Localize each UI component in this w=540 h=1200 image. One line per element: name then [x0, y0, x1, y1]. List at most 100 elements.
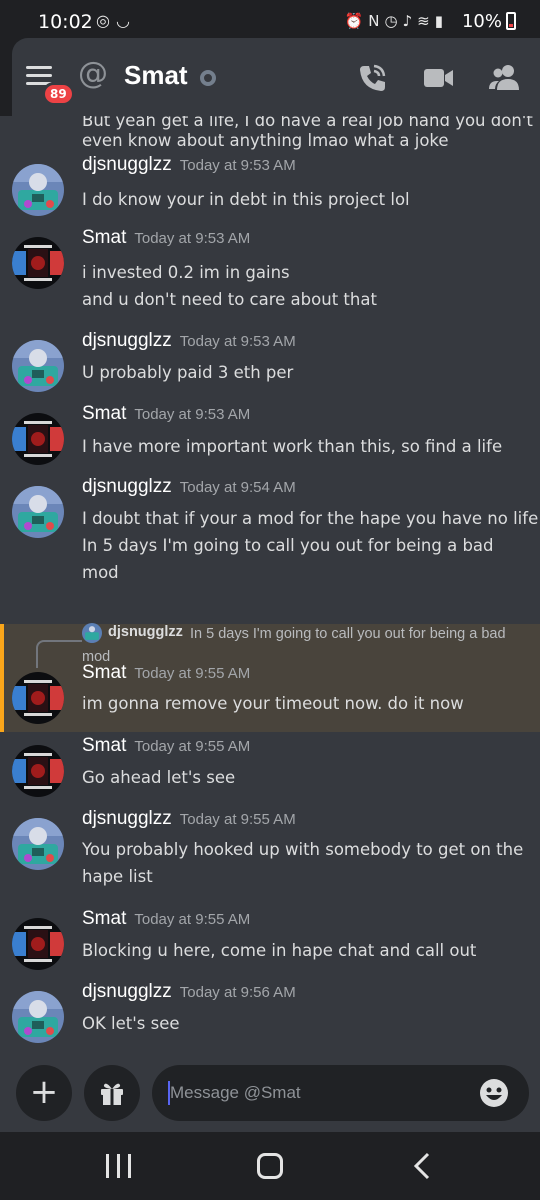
- message-content: OK let's see: [82, 1010, 532, 1037]
- instagram-icon: ◎: [96, 11, 116, 30]
- message-line: mod: [82, 563, 119, 582]
- call-icon[interactable]: [352, 58, 392, 98]
- add-attachment-button[interactable]: +: [16, 1065, 72, 1121]
- plus-icon: +: [29, 1072, 59, 1112]
- recents-button[interactable]: [106, 1154, 132, 1178]
- offline-status-icon: [200, 70, 216, 86]
- back-icon: [413, 1152, 430, 1180]
- gift-icon: [101, 1083, 123, 1105]
- battery-percent: 10%: [461, 11, 502, 32]
- message-timestamp: Today at 9:53 AM: [134, 406, 251, 423]
- message-content: Blocking u here, come in hape chat and c…: [82, 937, 532, 964]
- message-line: You probably hooked up with somebody to …: [82, 840, 524, 859]
- user-avatar[interactable]: [12, 672, 64, 724]
- user-avatar[interactable]: [12, 918, 64, 970]
- home-button[interactable]: [257, 1153, 283, 1179]
- message-content: U probably paid 3 eth per: [82, 359, 532, 386]
- message-author[interactable]: djsnugglzz: [82, 476, 172, 497]
- message-timestamp: Today at 9:53 AM: [134, 230, 251, 247]
- message-author[interactable]: Smat: [82, 735, 126, 756]
- message-author[interactable]: djsnugglzz: [82, 808, 172, 829]
- message-content: You probably hooked up with somebody to …: [82, 836, 532, 890]
- message-timestamp: Today at 9:53 AM: [179, 157, 296, 174]
- message-author[interactable]: djsnugglzz: [82, 981, 172, 1002]
- message-header: Smat Today at 9:55 AM: [82, 735, 250, 757]
- user-avatar[interactable]: [12, 486, 64, 538]
- mute-icon: ♪: [402, 12, 418, 30]
- message-content: I doubt that if your a mod for the hape …: [82, 505, 539, 586]
- battery-icon: [506, 12, 516, 30]
- alarm-icon: ⏰: [344, 12, 369, 30]
- system-nav-bar: [0, 1132, 540, 1200]
- message-timestamp: Today at 9:55 AM: [134, 738, 251, 755]
- message-author[interactable]: Smat: [82, 908, 126, 929]
- message-line: hape list: [82, 867, 153, 886]
- message-line: Go ahead let's see: [82, 768, 236, 787]
- message-line: OK let's see: [82, 1014, 180, 1033]
- message-timestamp: Today at 9:55 AM: [134, 665, 251, 682]
- user-avatar[interactable]: [12, 745, 64, 797]
- message-content: I do know your in debt in this project l…: [82, 186, 532, 213]
- message-timestamp: Today at 9:55 AM: [134, 911, 251, 928]
- user-avatar[interactable]: [12, 991, 64, 1043]
- message-header: djsnugglzz Today at 9:55 AM: [82, 808, 296, 830]
- clock-icon: ◷: [384, 12, 403, 30]
- message-header: djsnugglzz Today at 9:54 AM: [82, 476, 296, 498]
- user-avatar[interactable]: [12, 340, 64, 392]
- message-header: Smat Today at 9:55 AM: [82, 908, 250, 930]
- emoji-icon[interactable]: [478, 1077, 510, 1109]
- message-line: Blocking u here, come in hape chat and c…: [82, 941, 477, 960]
- message-author[interactable]: djsnugglzz: [82, 154, 172, 175]
- message-header: Smat Today at 9:53 AM: [82, 403, 250, 425]
- message-line: I doubt that if your a mod for the hape …: [82, 509, 539, 528]
- message-line: I do know your in debt in this project l…: [82, 190, 410, 209]
- video-icon[interactable]: [418, 58, 458, 98]
- user-avatar[interactable]: [12, 413, 64, 465]
- nfc-icon: N: [368, 12, 385, 30]
- message-line: and u don't need to care about that: [82, 290, 377, 309]
- message-author[interactable]: Smat: [82, 403, 126, 424]
- message-header: Smat Today at 9:53 AM: [82, 227, 250, 249]
- cut-off-line: But yeah get a life, I do have a real jo…: [82, 116, 533, 130]
- reply-author[interactable]: djsnugglzz: [108, 624, 183, 640]
- message-content: i invested 0.2 im in gains and u don't ne…: [82, 259, 532, 313]
- message-author[interactable]: Smat: [82, 662, 126, 683]
- wifi-icon: ≋: [417, 12, 435, 30]
- back-button[interactable]: [410, 1151, 434, 1185]
- user-avatar[interactable]: [12, 164, 64, 216]
- message-content: Go ahead let's see: [82, 764, 532, 791]
- message-fragment: But yeah get a life, I do have a real jo…: [82, 116, 533, 155]
- message-author[interactable]: Smat: [82, 227, 126, 248]
- message-line: In 5 days I'm going to call you out for …: [82, 536, 494, 555]
- unread-badge: 89: [42, 82, 75, 106]
- at-icon: @: [78, 56, 108, 91]
- message-timestamp: Today at 9:54 AM: [179, 479, 296, 496]
- message-list[interactable]: But yeah get a life, I do have a real jo…: [0, 116, 540, 1062]
- user-avatar[interactable]: [12, 237, 64, 289]
- reply-connector: [36, 640, 82, 668]
- status-left-icons: ◎◡: [96, 11, 136, 30]
- message-timestamp: Today at 9:53 AM: [179, 333, 296, 350]
- message-line: U probably paid 3 eth per: [82, 363, 294, 382]
- members-icon[interactable]: [484, 58, 524, 98]
- message-content: I have more important work than this, so…: [82, 433, 532, 460]
- message-input[interactable]: [152, 1065, 529, 1121]
- message-line: i invested 0.2 im in gains: [82, 263, 290, 282]
- channel-header: 89 @ Smat: [12, 38, 540, 116]
- message-timestamp: Today at 9:56 AM: [179, 984, 296, 1001]
- message-author[interactable]: djsnugglzz: [82, 330, 172, 351]
- status-time: 10:02: [38, 11, 93, 33]
- message-composer: +: [0, 1062, 540, 1132]
- battery-indicator: 10%: [462, 11, 516, 32]
- channel-title[interactable]: Smat: [124, 60, 188, 91]
- message-header: djsnugglzz Today at 9:56 AM: [82, 981, 296, 1003]
- smile-icon: ◡: [115, 11, 136, 30]
- gift-button[interactable]: [84, 1065, 140, 1121]
- text-caret: [168, 1081, 170, 1105]
- status-right-icons: ⏰N◷♪≋▮: [345, 12, 448, 30]
- message-content: im gonna remove your timeout now. do it …: [82, 690, 532, 717]
- user-avatar[interactable]: [12, 818, 64, 870]
- message-timestamp: Today at 9:55 AM: [179, 811, 296, 828]
- message-header: djsnugglzz Today at 9:53 AM: [82, 330, 296, 352]
- message-line: im gonna remove your timeout now. do it …: [82, 694, 464, 713]
